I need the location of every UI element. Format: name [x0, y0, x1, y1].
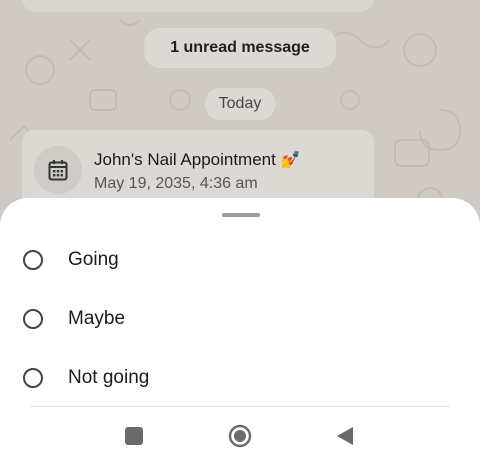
rsvp-option-not-going[interactable]: Not going: [0, 350, 480, 406]
nail-polish-emoji: 💅: [280, 152, 301, 169]
calendar-icon: [48, 160, 68, 181]
date-separator-chip: Today: [204, 88, 276, 120]
unread-messages-chip: 1 unread message: [144, 28, 336, 68]
radio-button[interactable]: [23, 309, 43, 329]
home-circle-icon[interactable]: [228, 424, 252, 448]
rsvp-bottom-sheet: Going Maybe Not going: [0, 198, 480, 464]
event-datetime: May 19, 2035, 4:36 am: [94, 175, 258, 192]
event-icon-badge: [34, 146, 82, 194]
rsvp-option-label: Maybe: [68, 308, 126, 329]
radio-button[interactable]: [23, 250, 43, 270]
back-triangle-icon[interactable]: [336, 426, 354, 446]
recents-square-icon[interactable]: [125, 427, 143, 445]
rsvp-option-label: Not going: [68, 367, 150, 388]
navbar-divider: [30, 406, 450, 407]
sheet-drag-handle[interactable]: [222, 213, 260, 217]
rsvp-option-label: Going: [68, 249, 119, 270]
chat-screen: 1 unread message Today John's Nail Appoi…: [0, 0, 480, 464]
previous-message-bubble: [22, 0, 374, 12]
event-title: John's Nail Appointment 💅: [94, 150, 301, 170]
system-navigation-bar: [0, 416, 480, 456]
event-title-text: John's Nail Appointment: [94, 150, 276, 169]
rsvp-option-going[interactable]: Going: [0, 232, 480, 288]
radio-button[interactable]: [23, 368, 43, 388]
rsvp-option-maybe[interactable]: Maybe: [0, 291, 480, 347]
